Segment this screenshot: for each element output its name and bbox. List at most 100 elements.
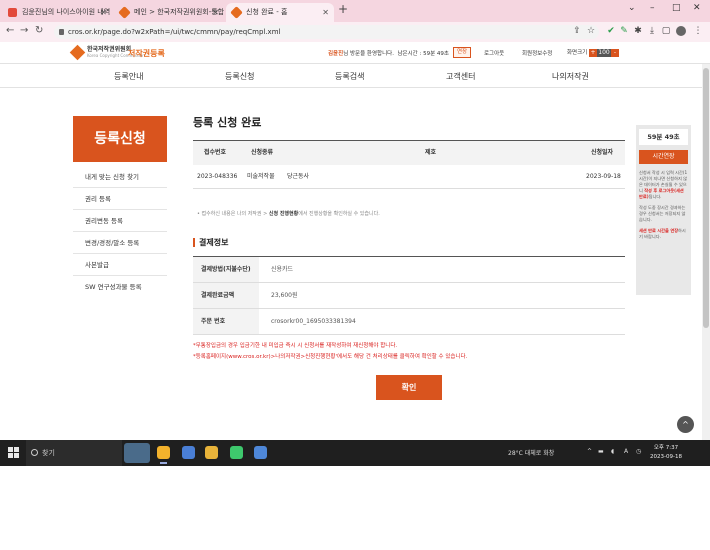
tab-favicon-icon [230, 6, 243, 19]
scrollbar-thumb[interactable] [703, 68, 709, 328]
browser-tab-1[interactable]: 김윤진님의 나이스아이원 내역 | ✕ [2, 3, 112, 22]
sidebar-item-rights-transfer[interactable]: 권리변동 등록 [73, 210, 167, 232]
page-scrollbar[interactable] [702, 64, 710, 440]
payment-method-value: 신용카드 [271, 266, 294, 273]
browser-tab-2[interactable]: 메인 > 한국저작권위원회-통합: ✕ [114, 3, 224, 22]
close-window-icon[interactable]: ✕ [693, 3, 701, 13]
nav-registration-apply[interactable]: 등록신청 [225, 71, 254, 82]
session-info-2: 작성 도중 장시간 경과하는 경우 신청서는 저장되지 않습니다. [639, 205, 686, 222]
col-receipt-no: 접수번호 [204, 149, 227, 156]
table-header: 접수번호 신청종류 제호 신청일자 [193, 141, 625, 165]
tab-title: 신청 완료 - 홈 [246, 8, 288, 16]
zoom-control: 화면크기 +100- [567, 48, 619, 57]
browser-menu-icon[interactable]: ⋮ [693, 26, 703, 36]
extensions-puzzle-icon[interactable]: ✱ [633, 26, 643, 36]
share-icon[interactable]: ⇪ [572, 26, 582, 36]
payment-section-title: 결제정보 [193, 238, 228, 247]
table-row: 2023-048336 미술저작물 당근동사 2023-09-18 [193, 165, 625, 189]
nav-registration-search[interactable]: 등록검색 [335, 71, 364, 82]
clock-date: 2023-09-18 [650, 454, 682, 460]
status-check-warning: *등록홈페이지(www.cros.or.kr)>나의저작권>신청진행현황'에서도… [193, 354, 468, 360]
search-highlight-image[interactable] [124, 443, 150, 463]
extension-icon[interactable]: ✔ [606, 26, 616, 36]
extend-time-button[interactable]: 시간연장 [639, 150, 688, 164]
notification-icon[interactable]: ◷ [636, 448, 641, 455]
cros-logo-icon[interactable] [69, 44, 86, 61]
tab-favicon-icon [118, 6, 131, 19]
sidebar-item-copy-issuance[interactable]: 사본발급 [73, 254, 167, 276]
minimize-icon[interactable]: – [650, 3, 655, 13]
payment-amount-label: 결제완료금액 [193, 283, 259, 308]
sidebar-item-find-application[interactable]: 내게 맞는 신청 찾기 [73, 166, 167, 188]
order-number-label: 주문 번호 [193, 309, 259, 334]
edge-app-icon[interactable] [182, 446, 195, 459]
session-info-3-emphasis: 세션 만료 시간을 연장 [639, 228, 679, 233]
extend-session-button[interactable]: 연장 [453, 47, 472, 58]
tab-close-icon[interactable]: ✕ [322, 3, 329, 22]
zoom-in-button[interactable]: + [589, 48, 597, 57]
order-number-value: crosorkr00_1695033381394 [271, 318, 356, 325]
ime-indicator[interactable]: A [624, 448, 628, 455]
profile-avatar[interactable] [676, 26, 686, 36]
receipt-no: 2023-048336 [197, 173, 238, 180]
search-icon [31, 449, 38, 456]
page-title: 등록 신청 완료 [193, 116, 262, 129]
sidebar-item-rights-registration[interactable]: 권리 등록 [73, 188, 167, 210]
file-explorer-icon[interactable] [205, 446, 218, 459]
store-app-icon[interactable] [254, 446, 267, 459]
confirm-button[interactable]: 확인 [376, 375, 442, 400]
clock-time: 오후 7:37 [653, 445, 679, 451]
tray-chevron-icon[interactable]: ^ [587, 448, 592, 455]
new-tab-button[interactable]: + [338, 2, 348, 16]
maximize-icon[interactable]: □ [672, 3, 681, 13]
windows-start-icon[interactable] [8, 447, 20, 459]
taskbar-search[interactable]: 찾기 [26, 440, 122, 466]
greeting-text: 님 방문을 환영합니다. [343, 51, 394, 57]
url-text: cros.or.kr/page.do?w2xPath=/ui/twc/cmmn/… [68, 28, 281, 36]
taskbar-clock[interactable]: 오후 7:37 2023-09-18 [650, 444, 682, 462]
application-table: 접수번호 신청종류 제호 신청일자 2023-048336 미술저작물 당근동사… [193, 140, 625, 189]
back-arrow-icon[interactable]: ← [6, 25, 14, 36]
scroll-to-top-button[interactable]: ^ [677, 416, 694, 433]
zoom-out-button[interactable]: - [611, 48, 619, 57]
payment-amount-value: 23,600원 [271, 292, 298, 299]
chrome-app-icon[interactable] [157, 446, 170, 464]
app-icon[interactable] [230, 446, 243, 459]
payment-row: 결제완료금액 23,600원 [193, 283, 625, 309]
tab-search-icon[interactable]: ⌄ [628, 3, 636, 13]
session-info-text: 신청서 작성 시 입력 시간(1시간)이 지나면 신청하지 않은 데이터가 손실… [639, 170, 688, 240]
notice-prefix: • 접수하신 내용은 나의 저작권 > [197, 211, 269, 217]
reload-icon[interactable]: ↻ [35, 25, 43, 36]
col-date: 신청일자 [591, 149, 614, 156]
download-icon[interactable]: ⤓ [647, 26, 657, 36]
logout-link[interactable]: 로그아웃 [484, 49, 504, 57]
zoom-value: 100 [597, 48, 611, 57]
deposit-warning: *무통장입금의 경우 입금기한 내 미입금 즉시 시 신청서를 재작성하여 재신… [193, 343, 398, 349]
tab-close-icon[interactable]: ✕ [212, 3, 219, 22]
logo-org-name[interactable]: 한국저작권위원회 [87, 46, 131, 53]
nav-registration-guide[interactable]: 등록안내 [114, 71, 143, 82]
browser-tab-3-active[interactable]: 신청 완료 - 홈 ✕ [226, 3, 334, 22]
payment-row: 결제방법(지불수단) 신용카드 [193, 257, 625, 283]
forward-arrow-icon[interactable]: → [20, 25, 28, 36]
network-icon[interactable]: ▬ [598, 448, 604, 455]
sidepanel-icon[interactable]: ▢ [661, 26, 671, 36]
application-type: 미술저작물 [247, 173, 275, 180]
tab-close-icon[interactable]: ✕ [100, 3, 107, 22]
volume-icon[interactable]: ◖ [611, 448, 614, 455]
notice-suffix: 에서 진행상황을 확인하실 수 있습니다. [298, 211, 380, 217]
address-bar[interactable]: cros.or.kr/page.do?w2xPath=/ui/twc/cmmn/… [54, 25, 599, 39]
tab-favicon-icon [8, 8, 17, 17]
site-title[interactable]: 저작권등록 [128, 48, 165, 59]
weather-widget[interactable]: 28°C 대체로 화창 [508, 448, 554, 457]
bookmark-star-icon[interactable]: ☆ [586, 26, 596, 36]
extension-pen-icon[interactable]: ✎ [619, 26, 629, 36]
edit-profile-link[interactable]: 회원정보수정 [522, 49, 552, 57]
nav-my-copyright[interactable]: 나의저작권 [552, 71, 589, 82]
sidebar-item-sw-research[interactable]: SW 연구성과물 등록 [73, 276, 167, 298]
sidebar-item-change-correction[interactable]: 변경/경정/말소 등록 [73, 232, 167, 254]
nav-customer-center[interactable]: 고객센터 [446, 71, 475, 82]
notice-link-progress[interactable]: 신청 진행현황 [269, 211, 298, 217]
progress-notice: • 접수하신 내용은 나의 저작권 > 신청 진행현황에서 진행상황을 확인하실… [197, 210, 380, 217]
payment-method-label: 결제방법(지불수단) [193, 257, 259, 282]
